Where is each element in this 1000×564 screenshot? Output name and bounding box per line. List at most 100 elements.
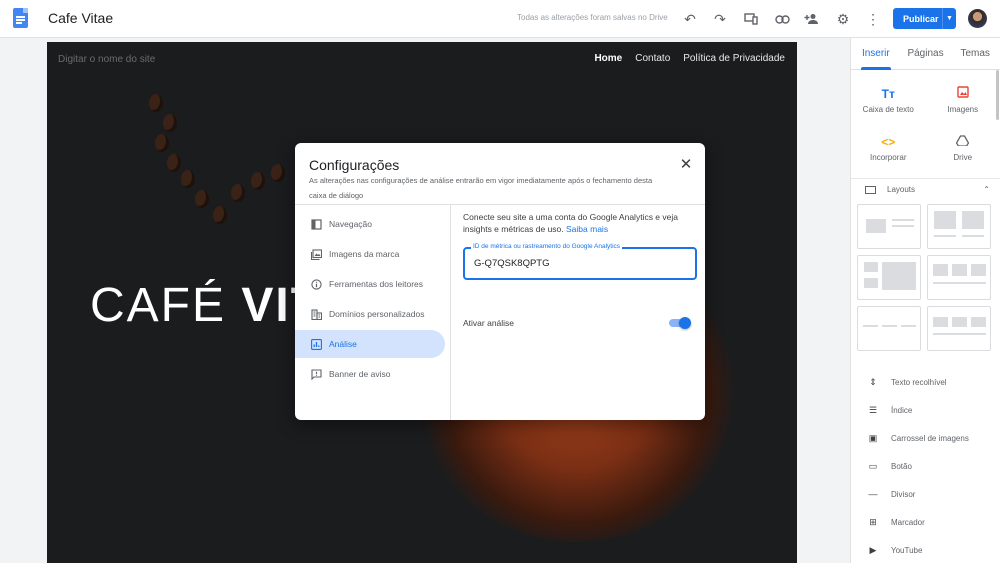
settings-nav-custom-domains[interactable]: Domínios personalizados	[295, 300, 450, 328]
settings-nav-navigation[interactable]: Navegação	[295, 210, 450, 238]
settings-nav-viewer-tools[interactable]: Ferramentas dos leitores	[295, 270, 450, 298]
panel-scrollbar[interactable]	[996, 70, 999, 120]
save-status: Todas as alterações foram salvas no Driv…	[517, 13, 668, 22]
close-icon[interactable]: ✕	[677, 155, 695, 173]
site-navigation: Home Contato Política de Privacidade	[594, 53, 785, 64]
avatar[interactable]	[968, 9, 987, 28]
analytics-description: Conecte seu site a uma conta do Google A…	[463, 211, 699, 235]
settings-nav-label: Navegação	[329, 219, 372, 229]
layout-thumbnail[interactable]	[927, 306, 991, 351]
component-button[interactable]: ▭ Botão	[851, 452, 1000, 480]
site-nav-contact[interactable]: Contato	[635, 53, 670, 64]
insert-item-label: Imagens	[947, 105, 978, 114]
image-carousel-icon: ▣	[867, 433, 879, 443]
announcement-icon	[311, 369, 322, 380]
button-icon: ▭	[867, 461, 879, 471]
component-label: Botão	[891, 462, 912, 471]
insert-items-grid: Tт Caixa de texto Imagens <> Incorporar …	[851, 76, 1000, 172]
settings-nav-label: Imagens da marca	[329, 249, 399, 259]
tab-pages[interactable]: Páginas	[901, 38, 951, 69]
insert-item-label: Caixa de texto	[863, 105, 914, 114]
analytics-icon	[311, 339, 322, 350]
settings-nav-analytics[interactable]: Análise	[295, 330, 445, 358]
component-divider[interactable]: — Divisor	[851, 480, 1000, 508]
coffee-bean-image	[149, 94, 163, 112]
top-bar: Cafe Vitae Todas as alterações foram sal…	[0, 0, 1000, 38]
site-title[interactable]: Cafe Vitae	[48, 10, 113, 26]
settings-dialog: Configurações As alterações nas configur…	[295, 143, 705, 420]
hero-title[interactable]: CAFÉ VIT	[90, 278, 322, 333]
component-image-carousel[interactable]: ▣ Carrossel de imagens	[851, 424, 1000, 452]
layout-thumbnail[interactable]	[927, 255, 991, 300]
settings-nav-label: Ferramentas dos leitores	[329, 279, 423, 289]
coffee-bean-image	[251, 172, 265, 190]
component-youtube[interactable]: ▶ YouTube	[851, 536, 1000, 564]
divider-icon: —	[867, 489, 879, 499]
component-label: Carrossel de imagens	[891, 434, 969, 443]
dialog-title: Configurações	[309, 157, 399, 173]
layouts-label: Layouts	[887, 185, 915, 194]
dialog-subtitle: As alterações nas configurações de análi…	[309, 173, 669, 203]
publish-button[interactable]: Publicar ▼	[893, 8, 956, 29]
layout-thumbnail[interactable]	[857, 255, 921, 300]
link-icon[interactable]	[773, 10, 791, 28]
site-name-placeholder[interactable]: Digitar o nome do site	[58, 54, 155, 65]
analytics-id-input[interactable]	[474, 258, 684, 269]
panel-tabs: Inserir Páginas Temas	[851, 38, 1000, 70]
undo-icon[interactable]: ↶	[681, 10, 699, 28]
enable-analytics-toggle[interactable]	[669, 317, 691, 329]
insert-images[interactable]: Imagens	[926, 76, 1000, 124]
google-sites-logo-icon[interactable]	[13, 8, 28, 28]
component-collapsible-text[interactable]: ⇕Texto recolhível	[851, 368, 1000, 396]
layout-thumbnail[interactable]	[857, 306, 921, 351]
component-label: Marcador	[891, 518, 925, 527]
components-list: ⇕Texto recolhível ☰Índice ▣ Carrossel de …	[851, 368, 1000, 564]
settings-nav-brand-images[interactable]: Imagens da marca	[295, 240, 450, 268]
images-icon	[957, 86, 969, 101]
domain-icon	[311, 309, 322, 320]
learn-more-link[interactable]: Saiba mais	[566, 224, 608, 234]
coffee-bean-image	[271, 164, 285, 182]
coffee-bean-image	[195, 190, 209, 208]
settings-nav-announcement-banner[interactable]: Banner de aviso	[295, 360, 450, 388]
component-placeholder[interactable]: ⊞Marcador	[851, 508, 1000, 536]
insert-text-box[interactable]: Tт Caixa de texto	[851, 76, 926, 124]
layout-thumbnail[interactable]	[927, 204, 991, 249]
analytics-id-field[interactable]: ID de métrica ou rastreamento do Google …	[463, 247, 697, 280]
info-icon	[311, 279, 322, 290]
settings-gear-icon[interactable]: ⚙	[834, 10, 852, 28]
redo-icon[interactable]: ↷	[711, 10, 729, 28]
drive-icon	[956, 135, 969, 149]
coffee-bean-image	[163, 114, 177, 132]
share-add-person-icon[interactable]	[803, 10, 821, 28]
component-label: Divisor	[891, 490, 915, 499]
youtube-icon: ▶	[867, 545, 879, 555]
site-nav-home[interactable]: Home	[594, 53, 622, 64]
enable-analytics-label: Ativar análise	[463, 318, 514, 328]
toggle-knob[interactable]	[679, 317, 691, 329]
tab-insert[interactable]: Inserir	[851, 38, 901, 69]
component-label: YouTube	[891, 546, 922, 555]
coffee-bean-image	[181, 170, 195, 188]
site-nav-privacy[interactable]: Política de Privacidade	[683, 53, 785, 64]
more-vert-icon[interactable]: ⋮	[864, 10, 882, 28]
layouts-icon	[865, 186, 876, 194]
analytics-id-field-label: ID de métrica ou rastreamento do Google …	[471, 243, 622, 250]
insert-embed[interactable]: <> Incorporar	[851, 124, 926, 172]
insert-item-label: Incorporar	[870, 153, 906, 162]
settings-nav-label: Análise	[329, 339, 357, 349]
layout-thumbnail[interactable]	[857, 204, 921, 249]
coffee-bean-image	[231, 184, 245, 202]
active-tab-indicator	[861, 67, 891, 70]
insert-drive[interactable]: Drive	[926, 124, 1000, 172]
settings-nav-label: Domínios personalizados	[329, 309, 424, 319]
coffee-bean-image	[213, 206, 227, 224]
hero-title-light: CAFÉ	[90, 279, 241, 332]
layouts-header[interactable]: Layouts ⌃	[851, 178, 1000, 200]
device-preview-icon[interactable]	[742, 10, 760, 28]
component-table-of-contents[interactable]: ☰Índice	[851, 396, 1000, 424]
collapse-chevron-icon[interactable]: ⌃	[983, 185, 990, 194]
publish-dropdown-chevron-icon[interactable]: ▼	[942, 8, 956, 29]
table-of-contents-icon: ☰	[867, 405, 879, 415]
tab-themes[interactable]: Temas	[950, 38, 1000, 69]
